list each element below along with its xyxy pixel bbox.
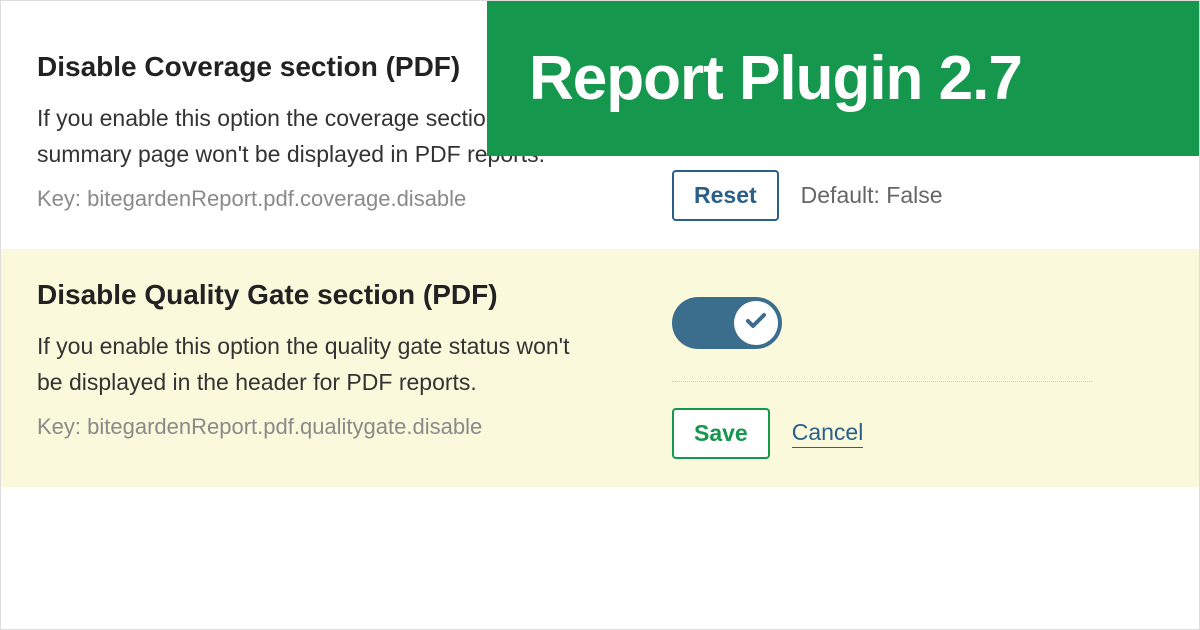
banner-overlay: Report Plugin 2.7 (487, 1, 1199, 156)
setting-description: If you enable this option the quality ga… (37, 329, 592, 400)
setting-key-label: Key: (37, 414, 87, 439)
setting-key-value: bitegardenReport.pdf.qualitygate.disable (87, 414, 482, 439)
save-button[interactable]: Save (672, 408, 770, 459)
toggle-knob (734, 301, 778, 345)
actions-row: Reset Default: False (672, 170, 1163, 221)
actions-row: Save Cancel (672, 408, 1163, 459)
reset-button[interactable]: Reset (672, 170, 779, 221)
setting-key-value: bitegardenReport.pdf.coverage.disable (87, 186, 466, 211)
banner-title: Report Plugin 2.7 (529, 43, 1022, 114)
setting-key: Key: bitegardenReport.pdf.coverage.disab… (37, 186, 592, 212)
setting-info: Disable Quality Gate section (PDF) If yo… (37, 279, 592, 459)
setting-disable-quality-gate: Disable Quality Gate section (PDF) If yo… (1, 249, 1199, 487)
default-value-label: Default: False (801, 182, 943, 209)
setting-key-label: Key: (37, 186, 87, 211)
setting-controls: Save Cancel (672, 279, 1163, 459)
check-icon (744, 309, 768, 338)
setting-title: Disable Quality Gate section (PDF) (37, 279, 592, 311)
toggle-disable-quality-gate[interactable] (672, 297, 782, 349)
cancel-link[interactable]: Cancel (792, 419, 864, 448)
divider (672, 381, 1092, 382)
setting-key: Key: bitegardenReport.pdf.qualitygate.di… (37, 414, 592, 440)
